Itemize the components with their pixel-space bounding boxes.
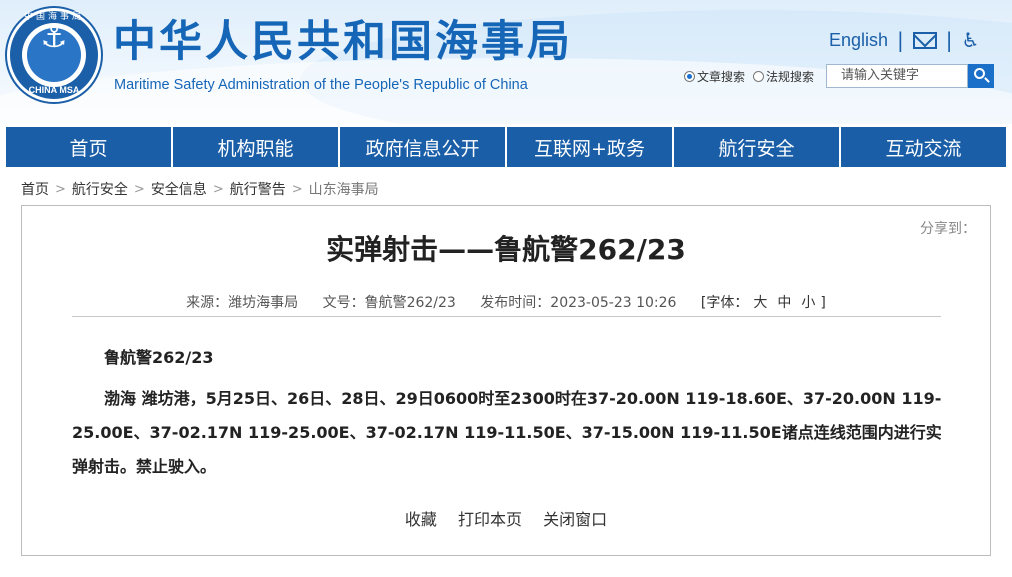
font-size-small[interactable]: 小 (801, 295, 815, 311)
search-input[interactable]: 请输入关键字 (826, 64, 969, 88)
breadcrumb-home[interactable]: 首页 (21, 179, 49, 199)
print-button[interactable]: 打印本页 (458, 510, 522, 529)
article-title: 实弹射击——鲁航警262/23 (326, 233, 686, 266)
search-bar: 文章搜索 法规搜索 请输入关键字 (684, 64, 995, 88)
nav-item-home[interactable]: 首页 (6, 127, 173, 167)
site-subtitle: Maritime Safety Administration of the Pe… (114, 77, 528, 93)
breadcrumb-navigation-safety[interactable]: 航行安全 (72, 179, 128, 199)
search-icon (974, 68, 986, 79)
font-size-label: [字体： (700, 295, 749, 311)
breadcrumb-separator: > (133, 181, 145, 197)
link-divider: | (945, 28, 953, 52)
mail-icon[interactable] (912, 31, 937, 49)
favorite-button[interactable]: 收藏 (405, 510, 437, 529)
breadcrumb-separator: > (291, 181, 303, 197)
breadcrumb-current[interactable]: 山东海事局 (309, 179, 379, 199)
article-heading: 鲁航警262/23 (104, 348, 214, 367)
nav-item-gov-info[interactable]: 政府信息公开 (340, 127, 507, 167)
accessibility-icon[interactable]: ♿ (962, 30, 980, 50)
breadcrumb: 首页 > 航行安全 > 安全信息 > 航行警告 > 山东海事局 (21, 179, 379, 199)
article-meta: 来源：潍坊海事局 文号：鲁航警262/23 发布时间：2023-05-23 10… (22, 292, 990, 312)
nav-item-functions[interactable]: 机构职能 (173, 127, 340, 167)
breadcrumb-safety-info[interactable]: 安全信息 (151, 179, 207, 199)
article-source: 来源：潍坊海事局 (186, 295, 299, 311)
radio-label[interactable]: 法规搜索 (766, 68, 814, 85)
font-size-controls: [字体：大中小] (701, 295, 826, 311)
top-links: English | | ♿ (829, 26, 979, 54)
main-nav: 首页 机构职能 政府信息公开 互联网+政务 航行安全 互动交流 (6, 127, 1006, 167)
breadcrumb-separator: > (212, 181, 224, 197)
nav-item-interaction[interactable]: 互动交流 (841, 127, 1006, 167)
article-actions: 收藏 打印本页 关闭窗口 (22, 506, 990, 530)
close-window-button[interactable]: 关闭窗口 (543, 510, 607, 529)
article-body: 渤海 潍坊港，5月25日、26日、28日、29日0600时至2300时在37-2… (72, 389, 942, 476)
logo-bottom-text: CHINA MSA (28, 85, 80, 95)
font-size-large[interactable]: 大 (753, 295, 767, 311)
article-divider (72, 316, 941, 317)
link-divider: | (897, 28, 904, 52)
site-header: 中国海事局 ⚓ CHINA MSA 中华人民共和国海事局 Maritime Sa… (0, 0, 1012, 124)
search-icon-handle (984, 77, 990, 83)
font-size-medium[interactable]: 中 (777, 295, 791, 311)
radio-article-search[interactable] (684, 70, 695, 82)
radio-regulation-search[interactable] (753, 70, 765, 82)
site-title: 中华人民共和国海事局 (113, 17, 573, 67)
article-publish-time: 发布时间：2023-05-23 10:26 (480, 295, 677, 311)
radio-label[interactable]: 文章搜索 (697, 68, 745, 85)
search-button[interactable] (968, 64, 995, 88)
msa-logo[interactable]: 中国海事局 ⚓ CHINA MSA (7, 8, 101, 102)
nav-item-navigation-safety[interactable]: 航行安全 (674, 127, 841, 167)
english-link[interactable]: English (829, 30, 888, 51)
anchor-icon: ⚓ (40, 20, 68, 55)
article-doc-number: 文号：鲁航警262/23 (322, 295, 456, 311)
breadcrumb-warnings[interactable]: 航行警告 (230, 179, 286, 199)
breadcrumb-separator: > (55, 181, 66, 197)
font-size-close: ] (820, 295, 826, 311)
nav-item-internet-gov[interactable]: 互联网+政务 (507, 127, 674, 167)
article-panel: 分享到： 实弹射击——鲁航警262/23 来源：潍坊海事局 文号：鲁航警262/… (21, 205, 991, 556)
